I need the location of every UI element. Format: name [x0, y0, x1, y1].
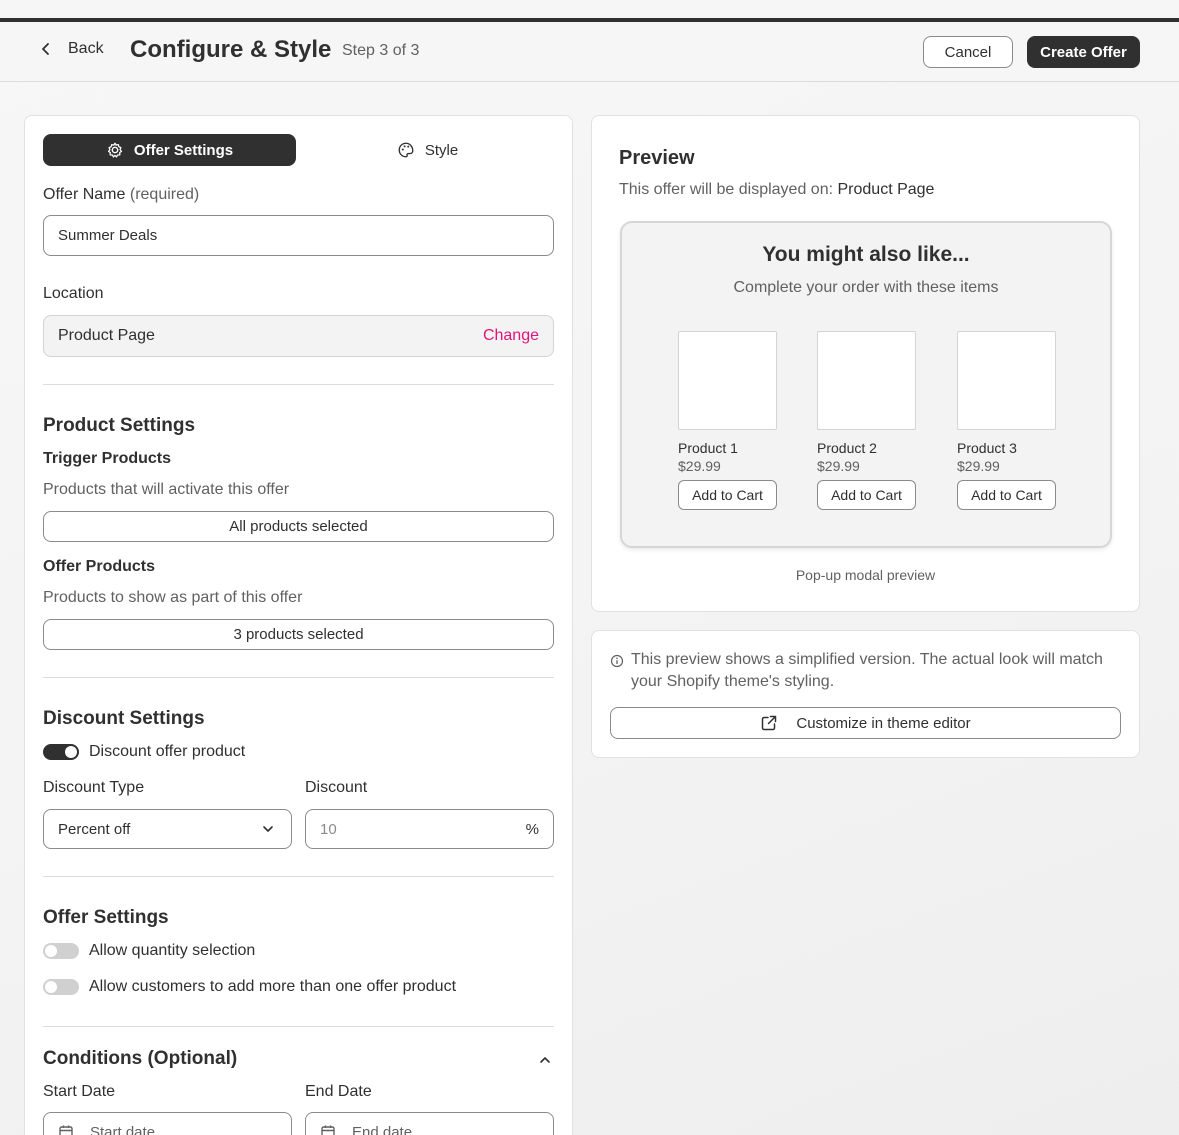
add-to-cart-button[interactable]: Add to Cart: [678, 480, 777, 510]
toggle-knob: [45, 981, 57, 993]
product-card: Product 3 $29.99 Add to Cart: [957, 331, 1056, 510]
multi-product-toggle-row: Allow customers to add more than one off…: [43, 978, 456, 996]
product-price: $29.99: [957, 458, 1000, 474]
discount-input[interactable]: 10 %: [305, 809, 554, 849]
start-date-label: Start Date: [43, 1083, 116, 1100]
discount-type-label: Discount Type: [43, 779, 145, 796]
multi-product-toggle[interactable]: [43, 979, 79, 995]
add-to-cart-button[interactable]: Add to Cart: [817, 480, 916, 510]
end-date-input[interactable]: End date: [305, 1112, 554, 1135]
divider: [43, 876, 554, 877]
product-price: $29.99: [678, 458, 721, 474]
percent-suffix: %: [525, 820, 539, 838]
back-label: Back: [68, 40, 104, 57]
location-label: Location: [43, 285, 104, 302]
discount-toggle-label: Discount offer product: [89, 743, 246, 760]
popup-modal-preview: You might also like... Complete your ord…: [620, 221, 1112, 548]
create-offer-button[interactable]: Create Offer: [1027, 36, 1140, 68]
product-card: Product 2 $29.99 Add to Cart: [817, 331, 916, 510]
quantity-toggle-row: Allow quantity selection: [43, 942, 255, 960]
offer-name-required: (required): [129, 186, 200, 203]
step-indicator: Step 3 of 3: [342, 42, 420, 59]
preview-subtitle: This offer will be displayed on: Product…: [619, 181, 934, 199]
app-header: Back Configure & Style Step 3 of 3 Cance…: [0, 22, 1179, 82]
divider: [43, 677, 554, 678]
discount-label: Discount: [305, 779, 368, 796]
product-image: [817, 331, 916, 430]
trigger-products-title: Trigger Products: [43, 450, 172, 467]
start-date-input[interactable]: Start date: [43, 1112, 292, 1135]
quantity-toggle[interactable]: [43, 943, 79, 959]
tab-style-label: Style: [424, 141, 459, 159]
cancel-button[interactable]: Cancel: [923, 36, 1013, 68]
offer-products-button[interactable]: 3 products selected: [43, 619, 554, 650]
offer-name-value: Summer Deals: [58, 227, 158, 244]
product-name: Product 1: [678, 440, 738, 456]
preview-card: Preview This offer will be displayed on:…: [591, 115, 1140, 612]
chevron-left-icon: [42, 43, 49, 55]
product-name: Product 3: [957, 440, 1017, 456]
start-date-placeholder: Start date: [90, 1123, 156, 1135]
tab-offer-settings[interactable]: Offer Settings: [43, 134, 296, 166]
chevron-down-icon: [263, 826, 273, 832]
preview-subtitle-prefix: This offer will be displayed on:: [619, 181, 834, 198]
product-image: [678, 331, 777, 430]
calendar-icon: [59, 1125, 73, 1135]
divider: [43, 1026, 554, 1027]
preview-location: Product Page: [837, 181, 935, 198]
offer-products-help: Products to show as part of this offer: [43, 589, 303, 606]
add-to-cart-button[interactable]: Add to Cart: [957, 480, 1056, 510]
divider: [43, 384, 554, 385]
offer-products-title: Offer Products: [43, 558, 156, 575]
modal-caption: Pop-up modal preview: [795, 567, 936, 583]
end-date-label: End Date: [305, 1083, 372, 1100]
quantity-toggle-label: Allow quantity selection: [89, 942, 256, 959]
gear-icon: [107, 142, 123, 158]
info-icon: [610, 654, 624, 668]
customize-label: Customize in theme editor: [796, 714, 971, 732]
multi-product-toggle-label: Allow customers to add more than one off…: [89, 978, 457, 995]
offer-name-label: Offer Name (required): [43, 186, 199, 204]
info-text: This preview shows a simplified version.…: [631, 651, 1103, 690]
product-settings-title: Product Settings: [43, 415, 196, 436]
discount-placeholder: 10: [320, 820, 337, 838]
discount-toggle-row: Discount offer product: [43, 743, 245, 761]
modal-title: You might also like...: [762, 243, 970, 266]
trigger-products-help: Products that will activate this offer: [43, 481, 290, 498]
end-date-placeholder: End date: [352, 1123, 413, 1135]
trigger-products-button[interactable]: All products selected: [43, 511, 554, 542]
palette-icon: [398, 142, 414, 158]
product-card: Product 1 $29.99 Add to Cart: [678, 331, 777, 510]
toggle-knob: [65, 746, 77, 758]
conditions-title: Conditions (Optional): [43, 1048, 238, 1069]
location-value: Product Page: [58, 327, 155, 344]
back-button[interactable]: Back: [38, 40, 104, 58]
customize-theme-editor-button[interactable]: Customize in theme editor: [610, 707, 1121, 739]
top-strip: [0, 0, 1179, 18]
discount-settings-title: Discount Settings: [43, 708, 205, 729]
discount-type-value: Percent off: [58, 820, 131, 838]
toggle-knob: [45, 945, 57, 957]
change-location-link[interactable]: Change: [483, 327, 539, 345]
product-image: [957, 331, 1056, 430]
tab-style[interactable]: Style: [301, 134, 554, 166]
tab-offer-settings-label: Offer Settings: [133, 141, 234, 159]
product-price: $29.99: [817, 458, 860, 474]
discount-toggle[interactable]: [43, 744, 79, 760]
offer-name-label-text: Offer Name: [43, 186, 126, 203]
settings-tabs: Offer Settings Style: [43, 134, 554, 166]
product-name: Product 2: [817, 440, 877, 456]
preview-title: Preview: [619, 147, 695, 169]
external-link-icon: [762, 715, 777, 731]
chevron-up-icon[interactable]: [537, 1052, 553, 1068]
offer-settings-title: Offer Settings: [43, 907, 169, 928]
info-card: This preview shows a simplified version.…: [591, 630, 1140, 758]
settings-card: Offer Settings Style Offer Name (require…: [24, 115, 573, 1135]
discount-type-select[interactable]: Percent off: [43, 809, 292, 849]
offer-name-input[interactable]: Summer Deals: [43, 215, 554, 256]
page-title: Configure & Style: [130, 36, 332, 63]
calendar-icon: [321, 1125, 335, 1135]
location-field: Product Page Change: [43, 315, 554, 357]
modal-subtitle: Complete your order with these items: [733, 279, 999, 296]
